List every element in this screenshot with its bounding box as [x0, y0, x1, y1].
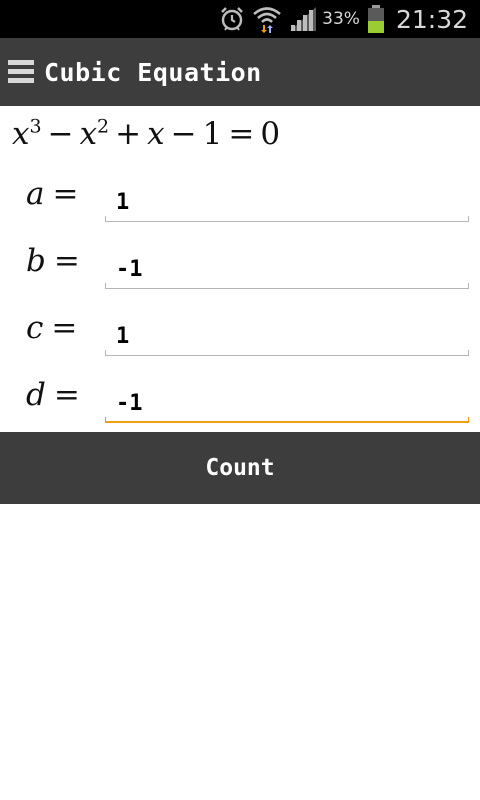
coefficient-d-underline — [105, 417, 469, 423]
action-bar: Cubic Equation — [0, 38, 480, 106]
equation-operator: + — [115, 116, 142, 152]
coefficient-row-a: a = — [0, 172, 480, 232]
coefficient-row-d: d = — [0, 373, 480, 433]
coefficient-label-d: d = — [26, 377, 80, 413]
status-bar: 33% 21:32 — [0, 0, 480, 38]
wifi-icon — [252, 4, 282, 34]
equation-exponent: 2 — [97, 115, 110, 138]
coefficient-label-a: a = — [26, 176, 79, 212]
coefficient-c-underline — [105, 350, 469, 356]
coefficient-row-c: c = — [0, 306, 480, 366]
alarm-icon — [218, 5, 246, 33]
count-button[interactable]: Count — [0, 432, 480, 504]
equation-var: x — [79, 116, 98, 152]
equation-var: x — [12, 116, 30, 152]
equation-constant: 0 — [260, 116, 281, 152]
coefficient-label-c: c = — [26, 310, 78, 346]
equation-operator: − — [47, 116, 74, 152]
coefficient-row-b: b = — [0, 239, 480, 299]
equation-operator: = — [228, 116, 255, 152]
battery-icon — [366, 4, 386, 34]
equation-operator: − — [170, 116, 197, 152]
equation-display: x3− x2 + x −1 = 0 — [12, 116, 280, 160]
battery-percent: 33% — [322, 9, 360, 29]
coefficient-label-b: b = — [26, 243, 80, 279]
app-title: Cubic Equation — [44, 57, 262, 87]
menu-icon[interactable] — [0, 38, 44, 106]
signal-icon — [288, 5, 318, 33]
coefficient-a-underline — [105, 216, 469, 222]
clock: 21:32 — [395, 4, 468, 34]
equation-constant: 1 — [202, 116, 223, 152]
coefficient-b-underline — [105, 283, 469, 289]
equation-var: x — [147, 116, 165, 152]
equation-exponent: 3 — [29, 115, 42, 138]
